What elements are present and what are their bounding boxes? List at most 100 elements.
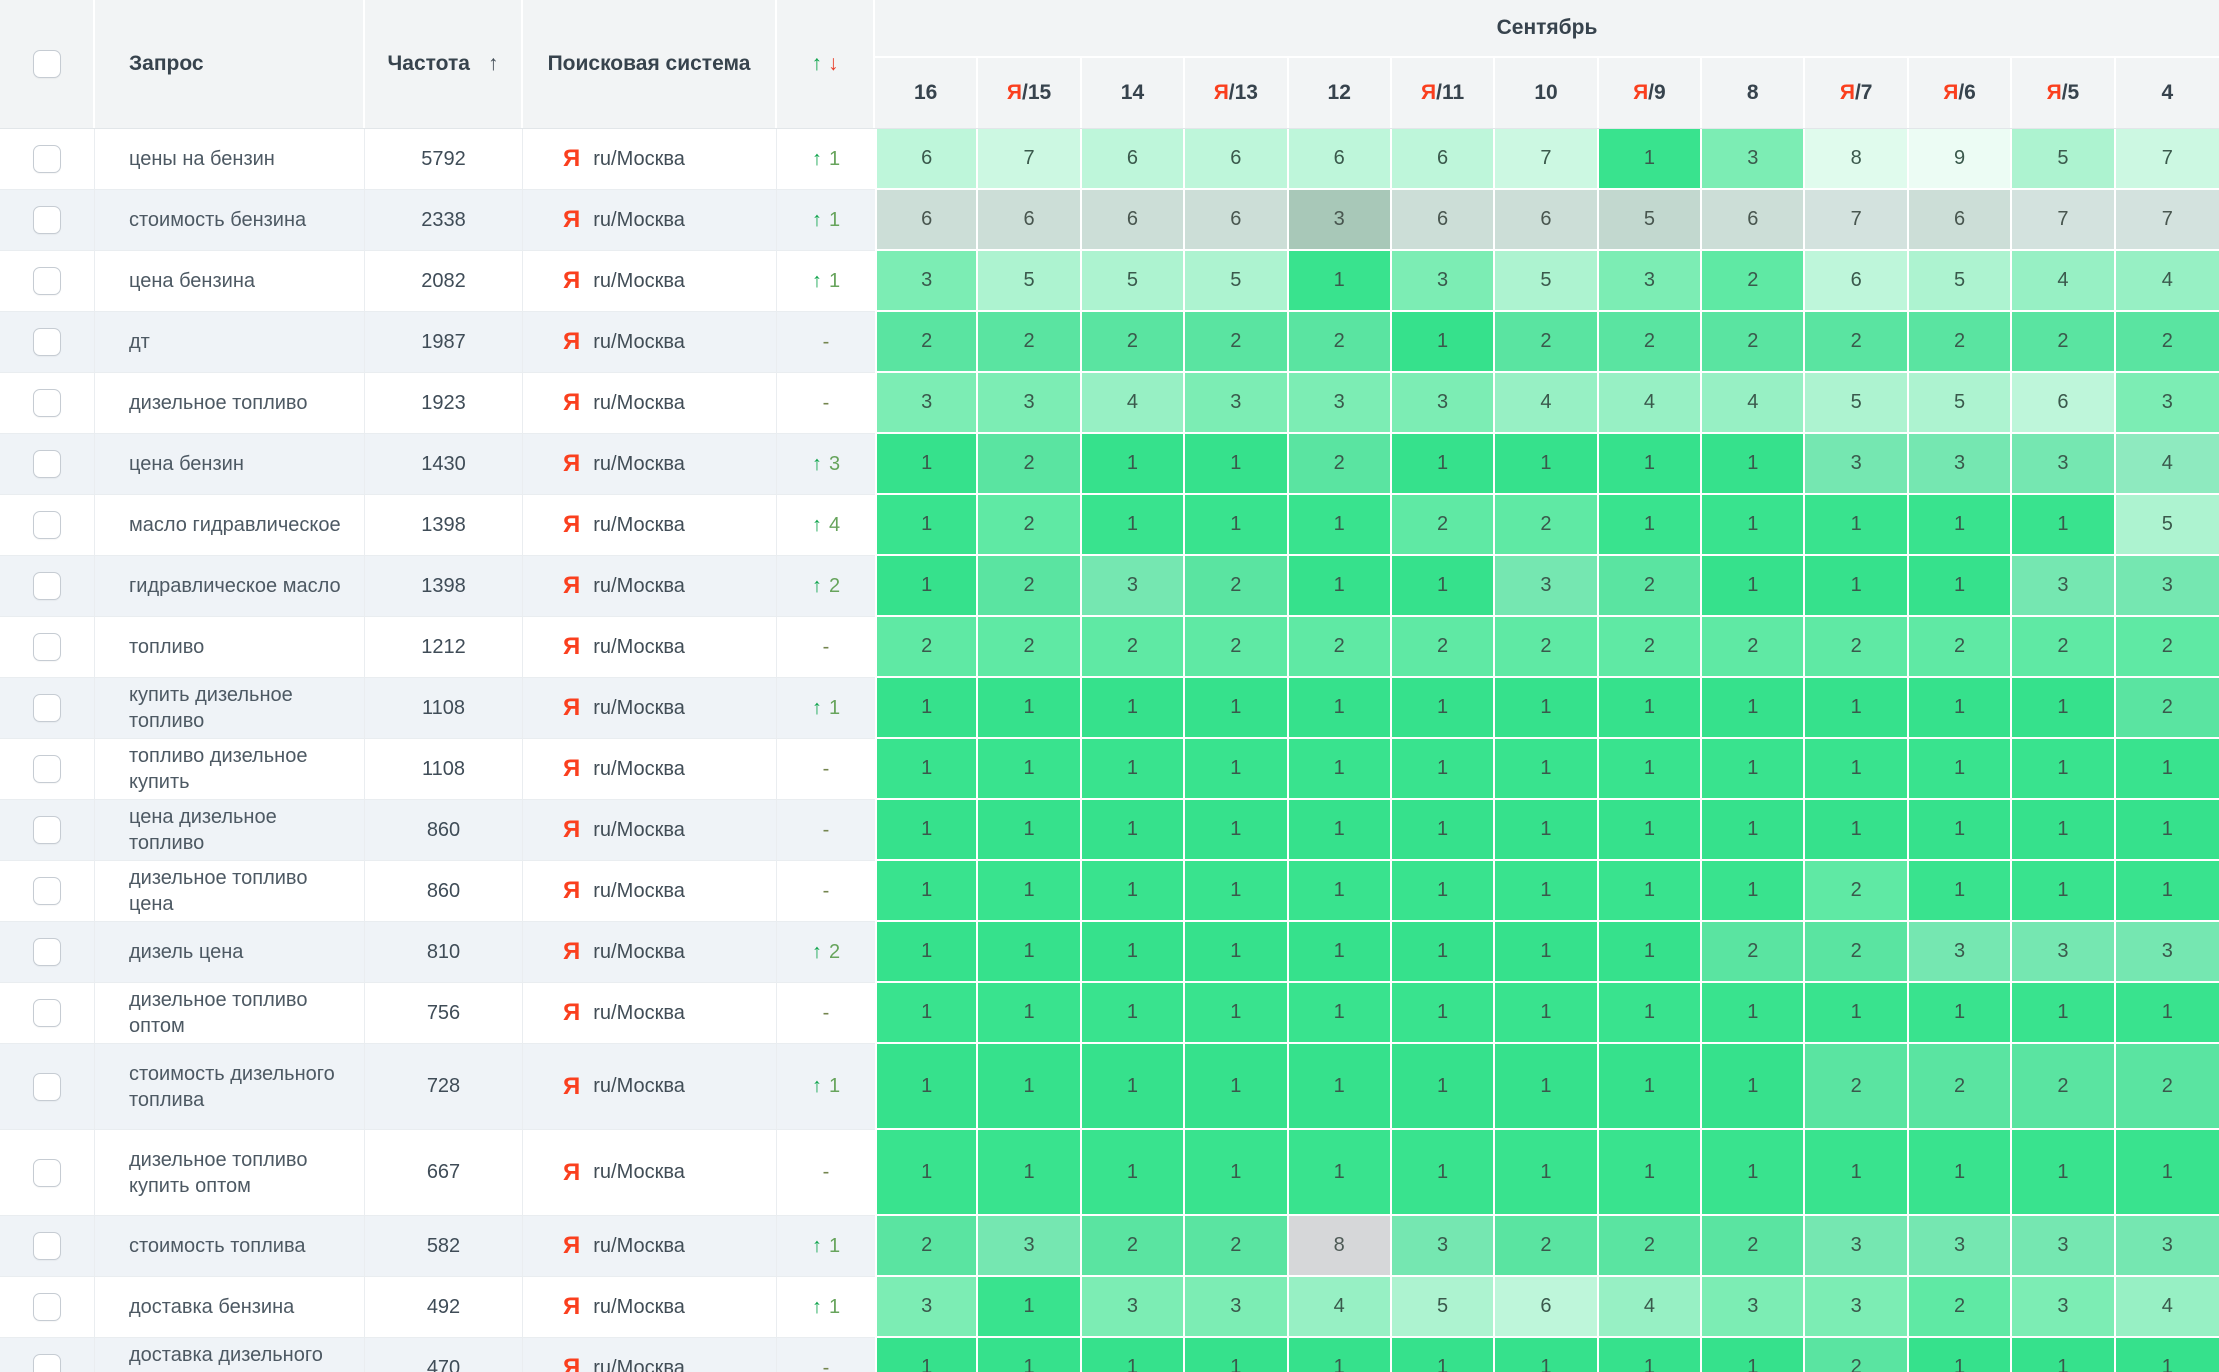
position-cell[interactable]: 1 bbox=[1495, 861, 1598, 922]
position-cell[interactable]: 1 bbox=[1082, 1044, 1185, 1130]
position-cell[interactable]: 1 bbox=[978, 1338, 1081, 1372]
position-cell[interactable]: 8 bbox=[1289, 1216, 1392, 1277]
column-header-frequency[interactable]: Частота ↑ bbox=[365, 0, 523, 128]
date-header-8[interactable]: 8 bbox=[1702, 58, 1805, 128]
position-cell[interactable]: 1 bbox=[978, 678, 1081, 739]
position-cell[interactable]: 2 bbox=[978, 617, 1081, 678]
row-checkbox[interactable] bbox=[33, 145, 61, 173]
position-cell[interactable]: 1 bbox=[1185, 1130, 1288, 1216]
position-cell[interactable]: 1 bbox=[1909, 861, 2012, 922]
position-cell[interactable]: 1 bbox=[2012, 678, 2115, 739]
position-cell[interactable]: 1 bbox=[1289, 983, 1392, 1044]
row-checkbox[interactable] bbox=[33, 755, 61, 783]
position-cell[interactable]: 3 bbox=[1805, 434, 1908, 495]
position-cell[interactable]: 2 bbox=[1599, 312, 1702, 373]
position-cell[interactable]: 3 bbox=[1909, 434, 2012, 495]
position-cell[interactable]: 4 bbox=[2116, 251, 2219, 312]
position-cell[interactable]: 3 bbox=[1702, 129, 1805, 190]
position-cell[interactable]: 1 bbox=[1082, 434, 1185, 495]
position-cell[interactable]: 1 bbox=[2116, 983, 2219, 1044]
position-cell[interactable]: 1 bbox=[1599, 678, 1702, 739]
position-cell[interactable]: 2 bbox=[1185, 312, 1288, 373]
position-cell[interactable]: 1 bbox=[1909, 1130, 2012, 1216]
select-all-checkbox[interactable] bbox=[33, 50, 61, 78]
position-cell[interactable]: 3 bbox=[1495, 556, 1598, 617]
position-cell[interactable]: 2 bbox=[1185, 617, 1288, 678]
position-cell[interactable]: 6 bbox=[1185, 129, 1288, 190]
position-cell[interactable]: 1 bbox=[1289, 739, 1392, 800]
position-cell[interactable]: 5 bbox=[978, 251, 1081, 312]
query-cell[interactable]: цена бензина bbox=[95, 251, 365, 312]
position-cell[interactable]: 1 bbox=[1599, 983, 1702, 1044]
position-cell[interactable]: 3 bbox=[1805, 1277, 1908, 1338]
position-cell[interactable]: 1 bbox=[1289, 1338, 1392, 1372]
position-cell[interactable]: 3 bbox=[2116, 922, 2219, 983]
position-cell[interactable]: 2 bbox=[1495, 312, 1598, 373]
position-cell[interactable]: 4 bbox=[1599, 1277, 1702, 1338]
row-checkbox[interactable] bbox=[33, 328, 61, 356]
position-cell[interactable]: 1 bbox=[1495, 1338, 1598, 1372]
position-cell[interactable]: 1 bbox=[1599, 434, 1702, 495]
date-header-12[interactable]: 12 bbox=[1289, 58, 1392, 128]
position-cell[interactable]: 3 bbox=[1392, 373, 1495, 434]
position-cell[interactable]: 1 bbox=[1909, 983, 2012, 1044]
position-cell[interactable]: 1 bbox=[875, 1130, 978, 1216]
position-cell[interactable]: 1 bbox=[1289, 251, 1392, 312]
position-cell[interactable]: 2 bbox=[1805, 861, 1908, 922]
position-cell[interactable]: 6 bbox=[875, 190, 978, 251]
position-cell[interactable]: 1 bbox=[1599, 739, 1702, 800]
position-cell[interactable]: 7 bbox=[978, 129, 1081, 190]
position-cell[interactable]: 2 bbox=[1599, 1216, 1702, 1277]
query-cell[interactable]: стоимость дизельного топлива bbox=[95, 1044, 365, 1130]
row-checkbox[interactable] bbox=[33, 450, 61, 478]
position-cell[interactable]: 1 bbox=[1289, 1044, 1392, 1130]
position-cell[interactable]: 1 bbox=[1599, 495, 1702, 556]
position-cell[interactable]: 1 bbox=[875, 1338, 978, 1372]
position-cell[interactable]: 1 bbox=[875, 678, 978, 739]
row-checkbox[interactable] bbox=[33, 267, 61, 295]
position-cell[interactable]: 2 bbox=[1495, 617, 1598, 678]
position-cell[interactable]: 1 bbox=[1289, 861, 1392, 922]
position-cell[interactable]: 4 bbox=[2012, 251, 2115, 312]
position-cell[interactable]: 1 bbox=[1599, 922, 1702, 983]
position-cell[interactable]: 1 bbox=[1185, 678, 1288, 739]
position-cell[interactable]: 6 bbox=[875, 129, 978, 190]
position-cell[interactable]: 1 bbox=[2012, 1130, 2115, 1216]
position-cell[interactable]: 3 bbox=[1185, 373, 1288, 434]
position-cell[interactable]: 2 bbox=[1805, 1338, 1908, 1372]
position-cell[interactable]: 1 bbox=[1702, 739, 1805, 800]
row-checkbox[interactable] bbox=[33, 572, 61, 600]
position-cell[interactable]: 1 bbox=[1392, 739, 1495, 800]
position-cell[interactable]: 7 bbox=[2116, 190, 2219, 251]
position-cell[interactable]: 1 bbox=[978, 1130, 1081, 1216]
row-checkbox[interactable] bbox=[33, 1354, 61, 1372]
position-cell[interactable]: 6 bbox=[1289, 129, 1392, 190]
position-cell[interactable]: 1 bbox=[1702, 861, 1805, 922]
position-cell[interactable]: 5 bbox=[2012, 129, 2115, 190]
position-cell[interactable]: 3 bbox=[1289, 190, 1392, 251]
position-cell[interactable]: 1 bbox=[1495, 434, 1598, 495]
row-checkbox[interactable] bbox=[33, 877, 61, 905]
query-cell[interactable]: дизельное топливо купить оптом bbox=[95, 1130, 365, 1216]
position-cell[interactable]: 1 bbox=[1392, 922, 1495, 983]
position-cell[interactable]: 4 bbox=[1599, 373, 1702, 434]
position-cell[interactable]: 2 bbox=[875, 1216, 978, 1277]
position-cell[interactable]: 1 bbox=[1289, 1130, 1392, 1216]
position-cell[interactable]: 1 bbox=[978, 983, 1081, 1044]
position-cell[interactable]: 1 bbox=[1082, 800, 1185, 861]
position-cell[interactable]: 1 bbox=[1702, 983, 1805, 1044]
position-cell[interactable]: 2 bbox=[978, 312, 1081, 373]
position-cell[interactable]: 2 bbox=[1909, 312, 2012, 373]
position-cell[interactable]: 2 bbox=[1392, 495, 1495, 556]
row-checkbox[interactable] bbox=[33, 1293, 61, 1321]
position-cell[interactable]: 3 bbox=[978, 373, 1081, 434]
position-cell[interactable]: 1 bbox=[978, 922, 1081, 983]
position-cell[interactable]: 2 bbox=[1289, 434, 1392, 495]
position-cell[interactable]: 3 bbox=[875, 251, 978, 312]
position-cell[interactable]: 2 bbox=[1082, 1216, 1185, 1277]
position-cell[interactable]: 1 bbox=[1392, 800, 1495, 861]
query-cell[interactable]: дизельное топливо цена bbox=[95, 861, 365, 922]
position-cell[interactable]: 1 bbox=[1185, 800, 1288, 861]
position-cell[interactable]: 1 bbox=[1392, 556, 1495, 617]
position-cell[interactable]: 2 bbox=[1185, 556, 1288, 617]
